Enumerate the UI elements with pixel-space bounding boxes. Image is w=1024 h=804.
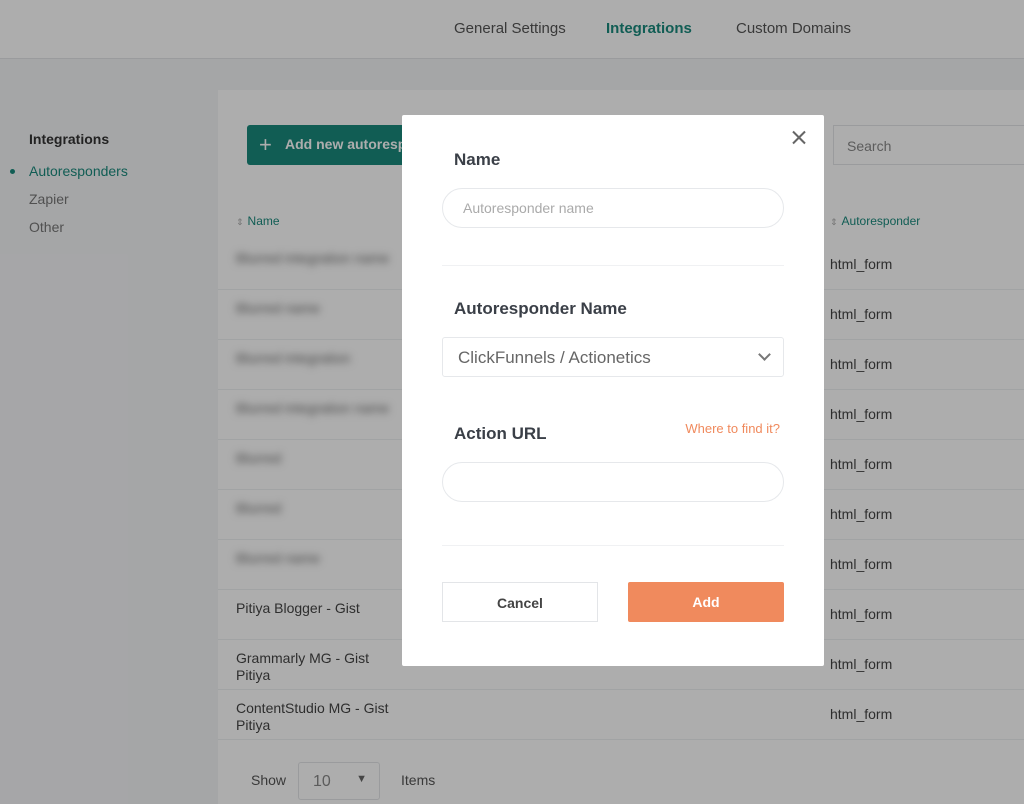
autoresponder-select-value: ClickFunnels / Actionetics — [458, 348, 651, 367]
close-icon[interactable] — [788, 127, 810, 149]
autoresponder-name-label: Autoresponder Name — [454, 299, 627, 318]
add-autoresponder-modal: Name Autoresponder Name ClickFunnels / A… — [402, 115, 824, 666]
cancel-button[interactable]: Cancel — [442, 582, 598, 622]
where-to-find-link[interactable]: Where to find it? — [685, 421, 780, 436]
autoresponder-select[interactable]: ClickFunnels / Actionetics — [442, 337, 784, 377]
name-label: Name — [454, 150, 501, 169]
chevron-down-icon — [758, 348, 771, 361]
action-url-label: Action URL — [454, 424, 547, 443]
divider — [442, 265, 784, 266]
add-button[interactable]: Add — [628, 582, 784, 622]
autoresponder-name-input[interactable] — [442, 188, 784, 228]
divider — [442, 545, 784, 546]
action-url-input[interactable] — [442, 462, 784, 502]
